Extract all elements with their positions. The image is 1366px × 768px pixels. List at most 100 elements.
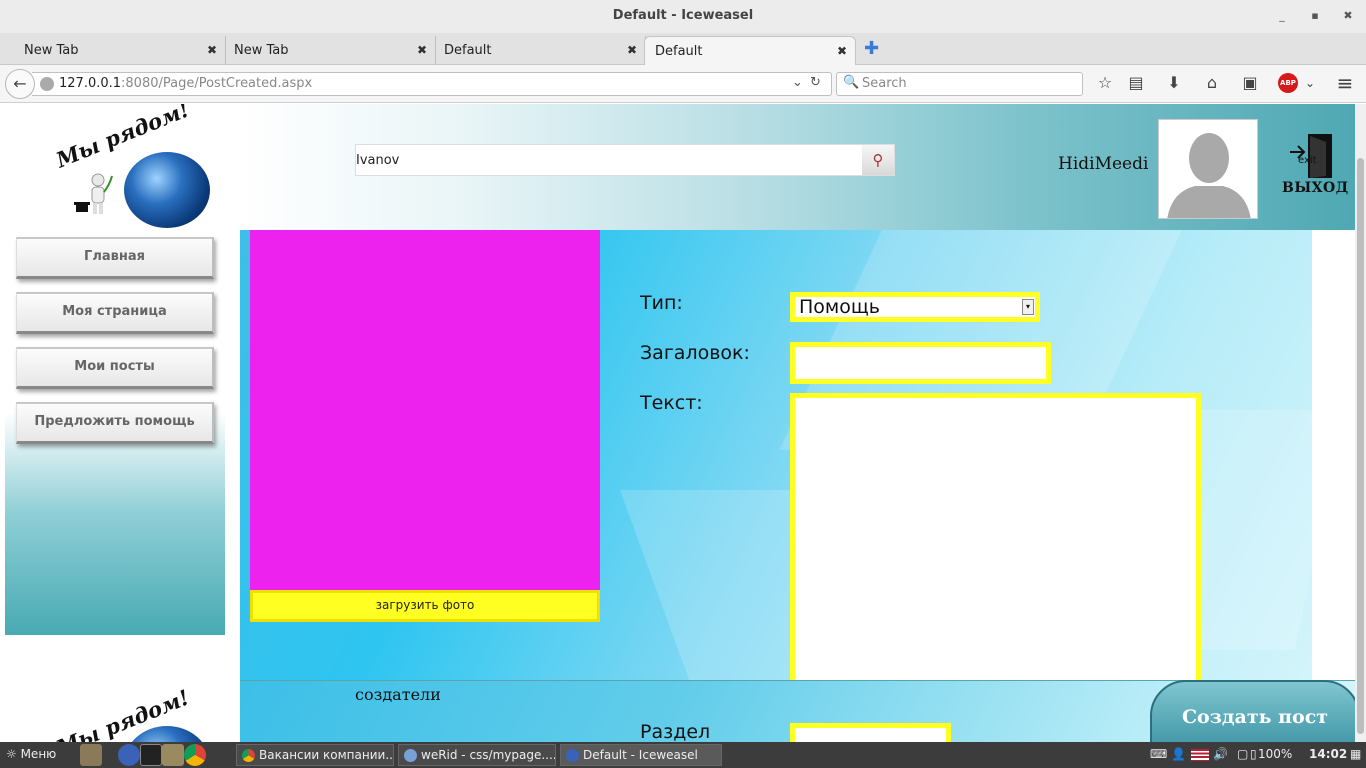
tab-label: New Tab bbox=[234, 43, 289, 58]
us-flag-icon[interactable] bbox=[1191, 749, 1209, 761]
page-scrollbar[interactable] bbox=[1355, 104, 1366, 742]
window-title: Default - Iceweasel bbox=[612, 8, 754, 23]
create-post-panel: загрузить фото Тип: Помощь ▾ Загаловок: … bbox=[240, 230, 1312, 742]
battery-percent: 100% bbox=[1258, 747, 1293, 761]
star-icon[interactable]: ☆ bbox=[1095, 73, 1115, 93]
volume-icon[interactable]: 🔊 bbox=[1213, 747, 1228, 761]
exit-small-label: exit bbox=[1298, 155, 1317, 166]
section-label: Раздел bbox=[640, 721, 711, 742]
iceweasel-launcher-icon[interactable] bbox=[118, 744, 140, 766]
sidebar: Главная Моя страница Мои посты Предложит… bbox=[5, 230, 225, 635]
network-icon[interactable]: ▢ bbox=[1237, 747, 1248, 761]
magician-icon bbox=[74, 173, 113, 214]
tab-new-tab-1[interactable]: New Tab ✖ bbox=[0, 36, 226, 65]
tab-bar: New Tab ✖ New Tab ✖ Default ✖ Default ✖ … bbox=[0, 33, 1366, 65]
page-viewport: Мы рядом! Ivanov ⚲ HidiMeedi exit ВЫХОД … bbox=[0, 104, 1366, 742]
type-select-value: Помощь bbox=[799, 296, 880, 318]
site-info-icon[interactable] bbox=[40, 77, 54, 91]
upload-photo-button[interactable]: загрузить фото bbox=[250, 590, 600, 622]
sidebar-item-my-page[interactable]: Моя страница bbox=[16, 292, 214, 334]
title-label: Загаловок: bbox=[640, 342, 750, 364]
close-tab-icon[interactable]: ✖ bbox=[207, 43, 217, 57]
menu-icon[interactable]: ≡ bbox=[1335, 73, 1355, 93]
folder-launcher-icon[interactable] bbox=[162, 744, 184, 766]
url-path: :8080/Page/PostCreated.aspx bbox=[121, 76, 313, 91]
url-host: 127.0.0.1 bbox=[59, 76, 122, 91]
clock[interactable]: 14:02 bbox=[1309, 747, 1347, 761]
reload-icon[interactable]: ↻ bbox=[810, 75, 821, 90]
sidebar-item-my-posts[interactable]: Мои посты bbox=[16, 347, 214, 389]
search-input[interactable]: 🔍 Search bbox=[836, 72, 1083, 96]
chrome-launcher-icon[interactable] bbox=[184, 744, 206, 766]
file-manager-launcher-icon[interactable] bbox=[80, 744, 102, 766]
tab-default-1[interactable]: Default ✖ bbox=[436, 36, 646, 65]
close-tab-icon[interactable]: ✖ bbox=[837, 44, 847, 58]
show-desktop-icon[interactable]: ▦ bbox=[1350, 747, 1361, 761]
terminal-launcher-icon[interactable] bbox=[140, 744, 162, 766]
exit-button[interactable]: exit ВЫХОД bbox=[1280, 130, 1348, 200]
creators-link[interactable]: создатели bbox=[355, 685, 441, 704]
taskbar-item-label: Вакансии компании... bbox=[259, 748, 394, 762]
url-bar[interactable]: 127.0.0.1:8080/Page/PostCreated.aspx ⌄ ↻ bbox=[32, 72, 832, 96]
text-area[interactable] bbox=[790, 393, 1201, 703]
tab-label: Default bbox=[655, 44, 703, 59]
type-select[interactable]: Помощь ▾ bbox=[790, 292, 1040, 322]
taskbar: ☼ Меню Вакансии компании... weRid - css/… bbox=[0, 742, 1366, 768]
search-placeholder: Search bbox=[862, 76, 907, 91]
chrome-icon bbox=[242, 749, 255, 762]
chevron-down-icon[interactable]: ⌄ bbox=[1300, 73, 1320, 93]
adblock-icon[interactable]: ABP bbox=[1278, 73, 1298, 93]
battery-icon: ▯ bbox=[1250, 747, 1257, 761]
home-icon[interactable]: ⌂ bbox=[1202, 73, 1222, 93]
tab-label: New Tab bbox=[24, 43, 79, 58]
search-icon: 🔍 bbox=[843, 75, 860, 90]
start-menu-button[interactable]: ☼ Меню bbox=[6, 747, 56, 761]
site-search-input[interactable]: Ivanov ⚲ bbox=[355, 144, 895, 176]
tab-new-tab-2[interactable]: New Tab ✖ bbox=[226, 36, 436, 65]
close-window-button[interactable]: ✖ bbox=[1340, 8, 1356, 24]
url-text[interactable]: 127.0.0.1:8080/Page/PostCreated.aspx bbox=[59, 76, 312, 91]
tab-default-active[interactable]: Default ✖ bbox=[644, 36, 856, 65]
back-arrow-icon: ← bbox=[13, 74, 27, 93]
close-tab-icon[interactable]: ✖ bbox=[627, 43, 637, 57]
window-titlebar: Default - Iceweasel _ ▪ ✖ bbox=[0, 0, 1366, 33]
user-silhouette-icon bbox=[1159, 120, 1257, 218]
sidebar-item-offer-help[interactable]: Предложить помощь bbox=[16, 402, 214, 444]
create-post-button[interactable]: Создать пост bbox=[1150, 680, 1360, 742]
title-input[interactable] bbox=[790, 342, 1051, 384]
reading-list-icon[interactable]: ▤ bbox=[1126, 73, 1146, 93]
minimize-button[interactable]: _ bbox=[1274, 8, 1290, 24]
taskbar-item-active[interactable]: Default - Iceweasel bbox=[560, 744, 722, 766]
user-icon[interactable]: 👤 bbox=[1171, 747, 1186, 761]
taskbar-item[interactable]: weRid - css/mypage.... bbox=[398, 744, 556, 766]
username: HidiMeedi bbox=[1058, 154, 1149, 174]
site-logo[interactable]: Мы рядом! bbox=[48, 104, 218, 232]
text-label: Текст: bbox=[640, 392, 703, 414]
section-input[interactable] bbox=[790, 723, 951, 742]
footer-logo: Мы рядом! bbox=[48, 680, 218, 742]
scrollbar-thumb[interactable] bbox=[1357, 158, 1364, 734]
taskbar-item-label: Default - Iceweasel bbox=[583, 748, 698, 762]
download-icon[interactable]: ⬇ bbox=[1164, 73, 1184, 93]
sidebar-item-home[interactable]: Главная bbox=[16, 237, 214, 279]
photo-preview bbox=[250, 230, 600, 590]
right-gutter bbox=[1312, 230, 1355, 680]
search-icon: ⚲ bbox=[872, 151, 884, 169]
dropdown-arrow-icon[interactable]: ▾ bbox=[1022, 299, 1034, 315]
taskbar-item-label: weRid - css/mypage.... bbox=[421, 748, 556, 762]
avatar[interactable] bbox=[1158, 119, 1258, 219]
taskbar-item[interactable]: Вакансии компании... bbox=[236, 744, 394, 766]
new-tab-icon[interactable]: ✚ bbox=[864, 38, 879, 59]
exit-label: ВЫХОД bbox=[1282, 180, 1349, 196]
site-search-button[interactable]: ⚲ bbox=[862, 145, 894, 175]
start-menu-label: Меню bbox=[20, 747, 57, 761]
history-dropdown-icon[interactable]: ⌄ bbox=[792, 75, 803, 90]
close-tab-icon[interactable]: ✖ bbox=[417, 43, 427, 57]
tab-label: Default bbox=[444, 43, 492, 58]
maximize-button[interactable]: ▪ bbox=[1307, 8, 1323, 24]
addon-icon[interactable]: ▣ bbox=[1240, 73, 1260, 93]
back-button[interactable]: ← bbox=[5, 69, 35, 99]
keyboard-icon[interactable]: ⌨ bbox=[1150, 747, 1167, 761]
editor-icon bbox=[404, 749, 417, 762]
navigation-bar: 127.0.0.1:8080/Page/PostCreated.aspx ⌄ ↻… bbox=[0, 65, 1366, 103]
